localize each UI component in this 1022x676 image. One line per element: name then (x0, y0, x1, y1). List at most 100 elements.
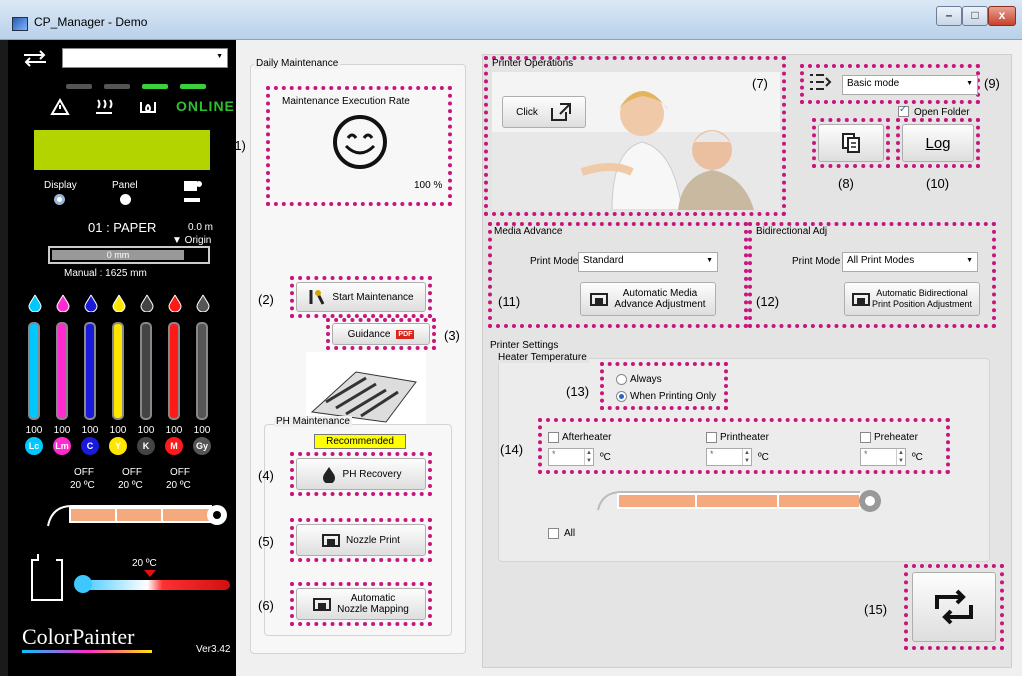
automatic-media-advance-button[interactable]: Automatic Media Advance Adjustment (580, 282, 716, 316)
printheater-checkbox[interactable] (706, 432, 717, 443)
always-radio[interactable] (616, 374, 627, 385)
platen-heater-graphic (47, 505, 227, 527)
log-button[interactable]: Log (902, 124, 974, 162)
printer-icon (590, 293, 609, 306)
nozzle-print-button[interactable]: Nozzle Print (296, 524, 426, 556)
status-led (180, 84, 206, 89)
printer-icon (313, 598, 332, 611)
ink-level-tube (196, 322, 208, 420)
printheater-unit: ºC (758, 452, 769, 463)
tools-icon (309, 290, 325, 305)
status-led (142, 84, 168, 89)
operators-photo (492, 72, 780, 210)
start-maintenance-label: Start Maintenance (332, 291, 414, 303)
manual-length: Manual : 1625 mm (64, 268, 147, 279)
heater-temp: 20 ºC (166, 480, 191, 491)
all-heaters-checkbox[interactable] (548, 528, 559, 539)
bottle-icon (31, 554, 63, 601)
ink-drop-icon (56, 294, 70, 315)
status-led (104, 84, 130, 89)
minimize-button[interactable]: – (936, 6, 962, 26)
log-label: Log (925, 134, 951, 152)
callout-number: (8) (838, 176, 854, 191)
ink-level-tube (168, 322, 180, 420)
guidance-label: Guidance (347, 328, 391, 340)
callout-number: (12) (756, 294, 780, 309)
ink-drop-icon (140, 294, 154, 315)
ink-level-value: 100 (109, 425, 127, 436)
printer-select[interactable] (62, 48, 228, 68)
close-button[interactable]: x (988, 6, 1016, 26)
daily-maintenance-title: Daily Maintenance (254, 58, 341, 69)
callout-number: (4) (258, 468, 274, 483)
panel-label: Panel (112, 180, 138, 191)
ph-recovery-button[interactable]: PH Recovery (296, 458, 426, 490)
smile-icon (333, 115, 387, 169)
heater-icon (96, 99, 113, 114)
automatic-nozzle-mapping-button[interactable]: Automatic Nozzle Mapping (296, 588, 426, 620)
recommended-badge: Recommended (314, 434, 406, 449)
afterheater-checkbox[interactable] (548, 432, 559, 443)
open-folder-checkbox[interactable]: ✓ (898, 104, 909, 117)
copy-data-button[interactable] (818, 124, 884, 162)
refresh-arrows-icon (935, 589, 973, 625)
edit-panel-icon[interactable] (182, 178, 204, 206)
ink-drop-icon (112, 294, 126, 315)
printer-operations-click-button[interactable]: Click (502, 96, 586, 128)
when-printing-only-label: When Printing Only (630, 391, 717, 402)
mode-select[interactable]: Basic mode (842, 75, 978, 95)
callout-number: (14) (500, 442, 524, 457)
temperature-gauge (80, 580, 230, 590)
callout-number: (5) (258, 534, 274, 549)
callout-number: (7) (752, 76, 768, 91)
preheater-unit: ºC (912, 452, 923, 463)
swap-arrows-icon[interactable] (20, 48, 50, 68)
afterheater-temp-input[interactable]: * (548, 448, 594, 466)
bidir-line2: Print Position Adjustment (871, 299, 973, 309)
panel-radio[interactable] (120, 194, 131, 205)
bidir-line1: Automatic Bidirectional (876, 288, 968, 298)
display-radio[interactable] (54, 194, 65, 205)
title-bar: CP_Manager - Demo – □ x (0, 0, 1022, 40)
afterheater-unit: ºC (600, 452, 611, 463)
media-advance-line1: Automatic Media (622, 288, 698, 299)
bidir-print-mode-select[interactable]: All Print Modes (842, 252, 978, 272)
ink-level-value: 100 (137, 425, 155, 436)
apply-settings-button[interactable] (912, 572, 996, 642)
automatic-bidirectional-button[interactable]: Automatic Bidirectional Print Position Ad… (844, 282, 980, 316)
gauge-bulb (74, 575, 92, 593)
ink-level-tube (140, 322, 152, 420)
preheater-temp-input[interactable]: * (860, 448, 906, 466)
printheater-temp-input[interactable]: * (706, 448, 752, 466)
maximize-button[interactable]: □ (962, 6, 988, 26)
ink-level-value: 100 (81, 425, 99, 436)
preheater-checkbox[interactable] (860, 432, 871, 443)
printer-status-panel: ONLINE Display Panel 01 : PAPER 0.0 m ▼ … (8, 40, 236, 676)
ink-color-badge: Y (109, 437, 127, 455)
bidir-btn-label: Automatic Bidirectional Print Position Ad… (872, 288, 972, 310)
ink-drop-icon (28, 294, 42, 315)
afterheater-label: Afterheater (562, 432, 612, 443)
callout-number: (3) (444, 328, 460, 343)
status-led (66, 84, 92, 89)
pdf-icon: PDF (396, 329, 415, 339)
media-print-mode-select[interactable]: Standard (578, 252, 718, 272)
guidance-button[interactable]: Guidance PDF (332, 323, 430, 345)
start-maintenance-button[interactable]: Start Maintenance (296, 282, 426, 312)
ink-status-icon (140, 102, 156, 113)
open-folder-label: Open Folder (914, 107, 970, 118)
nozzle-print-label: Nozzle Print (346, 534, 400, 546)
when-printing-only-radio[interactable] (616, 391, 627, 402)
ink-level-tube (112, 322, 124, 420)
nozzle-mapping-line2: Nozzle Mapping (337, 604, 409, 615)
room-temperature: 20 ºC (132, 558, 157, 569)
ink-drop-icon (84, 294, 98, 315)
media-print-mode-label: Print Mode (530, 256, 579, 267)
ph-recovery-label: PH Recovery (342, 468, 402, 480)
ink-drop-icon (196, 294, 210, 315)
main-area: Daily Maintenance Maintenance Execution … (230, 40, 1022, 676)
printer-settings-title: Printer Settings (490, 340, 559, 351)
preheater-label: Preheater (874, 432, 918, 443)
ink-color-badge: C (81, 437, 99, 455)
callout-number: (1) (230, 138, 246, 153)
